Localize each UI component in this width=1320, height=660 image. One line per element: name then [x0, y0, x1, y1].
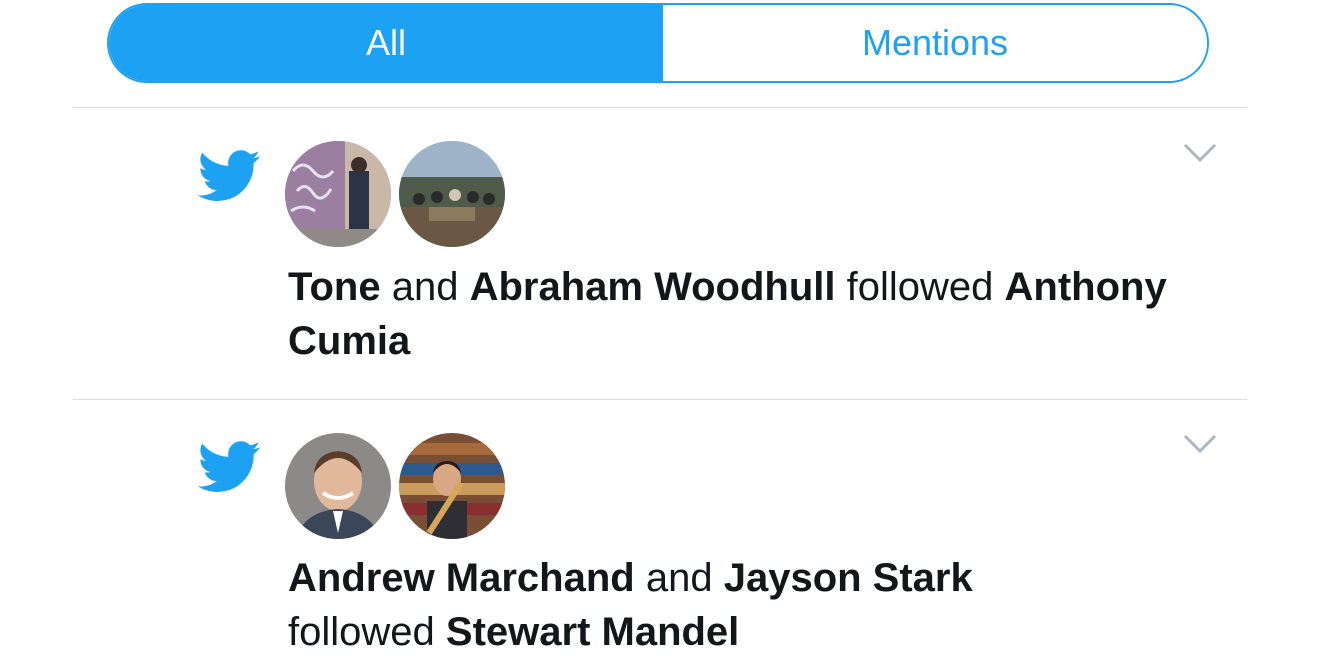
notification-item[interactable]: Andrew Marchand and Jayson Stark followe… [0, 400, 1320, 660]
action-verb: followed [288, 610, 435, 654]
tab-all-label: All [365, 22, 406, 63]
tab-all[interactable]: All [109, 5, 663, 81]
notification-text: Andrew Marchand and Jayson Stark followe… [288, 551, 1188, 659]
actor-name[interactable]: Abraham Woodhull [470, 265, 836, 309]
chevron-down-icon[interactable] [1182, 142, 1218, 164]
notifications-tab-switcher: All Mentions [107, 3, 1209, 83]
avatar[interactable] [285, 433, 391, 539]
notifications-screen: All Mentions Tone and Abraham Woodhull f… [0, 0, 1320, 660]
notification-text: Tone and Abraham Woodhull followed Antho… [288, 260, 1188, 368]
conjunction: and [645, 556, 713, 600]
target-name[interactable]: Stewart Mandel [446, 610, 739, 654]
conjunction: and [391, 265, 459, 309]
avatar[interactable] [285, 141, 391, 247]
tab-mentions-label: Mentions [861, 22, 1009, 63]
actor-name[interactable]: Jayson Stark [724, 556, 973, 600]
actor-name[interactable]: Tone [288, 265, 381, 309]
twitter-bird-icon [198, 150, 261, 201]
avatar[interactable] [399, 141, 505, 247]
avatar[interactable] [399, 433, 505, 539]
action-verb: followed [846, 265, 994, 309]
notification-item[interactable]: Tone and Abraham Woodhull followed Antho… [0, 108, 1320, 399]
tab-mentions[interactable]: Mentions [663, 5, 1207, 81]
actor-name[interactable]: Andrew Marchand [288, 556, 635, 600]
chevron-down-icon[interactable] [1182, 433, 1218, 455]
twitter-bird-icon [198, 441, 261, 492]
